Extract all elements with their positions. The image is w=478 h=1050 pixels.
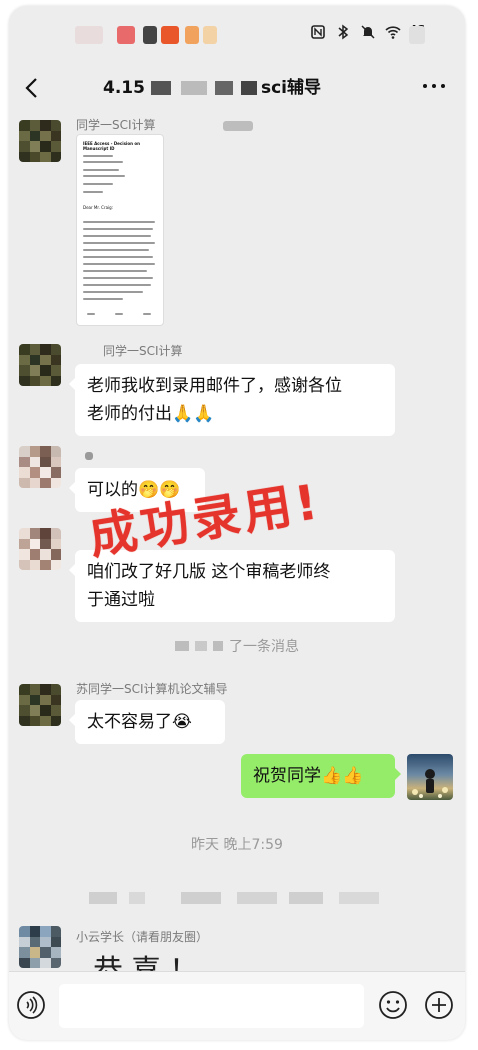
bubble-tail <box>69 714 75 726</box>
nfc-icon <box>310 24 326 40</box>
message-text: 祝贺同学👍👍 <box>253 766 364 786</box>
recall-notice: 了一条消息 <box>9 636 465 656</box>
voice-icon[interactable] <box>15 989 47 1021</box>
back-button[interactable] <box>19 74 47 102</box>
sender-name: 同学一SCI计算 <box>76 118 156 132</box>
status-bar: 4G <box>9 6 465 62</box>
avatar[interactable] <box>19 120 61 162</box>
blurred-block <box>240 81 257 95</box>
message-text-line: 咱们改了好几版 这个审稿老师终 <box>87 562 331 582</box>
input-bar <box>9 971 465 1040</box>
blurred-block <box>185 26 199 44</box>
message-bubble-self[interactable]: 祝贺同学👍👍 <box>241 754 395 798</box>
avatar[interactable] <box>19 528 61 570</box>
chat-title-tail: sci辅导 <box>260 78 321 98</box>
bubble-tail <box>395 768 401 780</box>
bluetooth-icon <box>335 24 351 40</box>
blurred-battery <box>409 26 425 44</box>
timestamp: 昨天 晚上7:59 <box>191 837 283 853</box>
avatar[interactable] <box>19 684 61 726</box>
avatar[interactable] <box>19 446 61 488</box>
message-input[interactable] <box>59 984 364 1028</box>
message-text: 太不容易了😭 <box>87 712 192 732</box>
blurred-block <box>214 81 233 95</box>
bubble-tail <box>69 564 75 576</box>
recall-text: 了一条消息 <box>229 639 299 655</box>
chat-title-text: 4.15 <box>103 78 145 98</box>
blurred-block <box>117 26 135 44</box>
bubble-tail <box>69 482 75 494</box>
blurred-block <box>150 81 171 95</box>
message-bubble[interactable]: 老师我收到录用邮件了，感谢各位 老师的付出🙏🙏 <box>75 364 395 436</box>
bubble-tail <box>69 378 75 390</box>
message-bubble[interactable]: 太不容易了😭 <box>75 700 225 744</box>
sender-name: 小云学长（请看朋友圈） <box>76 930 209 944</box>
sender-name: 苏同学一SCI计算机论文辅导 <box>76 682 228 696</box>
sender-name: 同学一SCI计算 <box>103 344 183 358</box>
self-avatar[interactable] <box>407 754 453 800</box>
message-text-line: 于通过啦 <box>87 590 155 610</box>
wifi-icon <box>385 24 401 40</box>
document-image[interactable]: IEEE Access - Decision on Manuscript ID … <box>76 134 164 326</box>
plus-icon[interactable] <box>423 989 455 1021</box>
chat-title: 4.15 sci辅导 <box>103 76 363 100</box>
message-text-line: 老师我收到录用邮件了，感谢各位 <box>87 376 342 396</box>
document-greeting: Dear Mr. Craig: <box>83 205 114 210</box>
blurred-block <box>223 121 253 131</box>
chevron-left-icon <box>25 78 37 98</box>
avatar[interactable] <box>19 344 61 386</box>
blurred-sender <box>85 452 93 460</box>
blurred-time <box>75 26 103 44</box>
blurred-block <box>143 26 157 44</box>
message-text-line: 老师的付出🙏🙏 <box>87 404 215 424</box>
more-options-button[interactable] <box>423 84 445 88</box>
blurred-block <box>161 26 179 44</box>
emoji-icon[interactable] <box>377 989 409 1021</box>
chat-header: 4.15 sci辅导 <box>9 62 465 112</box>
mute-icon <box>360 24 376 40</box>
avatar[interactable] <box>19 926 61 968</box>
blurred-system-line <box>89 892 379 904</box>
phone-screen: 4G 4.15 sci辅导 同学一SCI计算 IEEE Access - Deci… <box>9 6 465 1040</box>
document-heading: IEEE Access - Decision on Manuscript ID <box>83 141 140 151</box>
blurred-block <box>180 81 207 95</box>
blurred-block <box>203 26 217 44</box>
